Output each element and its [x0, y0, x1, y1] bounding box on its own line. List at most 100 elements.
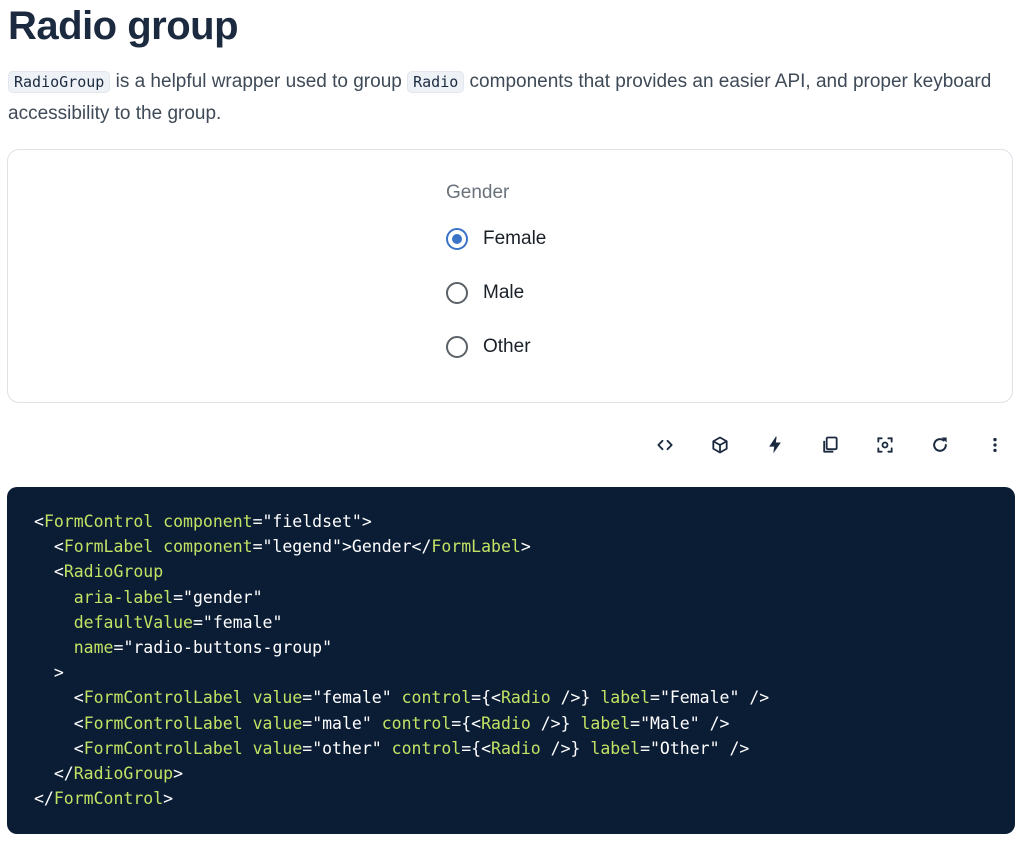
code-token: "male"	[312, 713, 372, 733]
code-token: =	[192, 612, 203, 632]
code-token: ={<	[461, 738, 492, 758]
code-token: control	[381, 713, 452, 733]
code-token: control	[391, 738, 462, 758]
open-sandbox-button[interactable]	[705, 430, 735, 460]
code-token: =	[113, 638, 124, 658]
code-token: />}	[540, 738, 581, 758]
code-token: "legend"	[262, 537, 342, 557]
code-line: >	[34, 660, 1015, 685]
code-token: value	[252, 713, 303, 733]
inline-code-radiogroup: RadioGroup	[8, 71, 111, 93]
code-token: />}	[550, 688, 591, 708]
code-line: <FormControlLabel value="male" control={…	[34, 711, 1015, 736]
code-token: "Male"	[640, 713, 700, 733]
code-line: <FormControlLabel value="other" control=…	[34, 736, 1015, 761]
open-stackblitz-button[interactable]	[760, 430, 790, 460]
radio-group: Gender Female Male Other	[446, 182, 546, 374]
code-token: >	[341, 537, 352, 557]
code-token: >	[173, 764, 184, 784]
code-token: FormLabel	[431, 537, 521, 557]
code-token: <	[53, 562, 64, 582]
code-token: label	[600, 688, 650, 708]
code-token: Radio	[491, 738, 541, 758]
inline-code-radio: Radio	[407, 71, 465, 93]
show-code-button[interactable]	[650, 430, 680, 460]
code-token: defaultValue	[73, 612, 193, 632]
code-token: />	[719, 738, 750, 758]
code-token: component	[163, 512, 253, 531]
code-token: </	[411, 537, 432, 557]
more-vertical-icon	[993, 437, 997, 453]
code-token: =	[252, 537, 263, 557]
code-token: =	[302, 713, 313, 733]
code-token: FormControlLabel	[83, 688, 243, 708]
radio-option-male[interactable]: Male	[446, 266, 546, 320]
radio-button-icon[interactable]	[446, 228, 468, 250]
code-token: =	[252, 512, 263, 531]
radio-button-icon[interactable]	[446, 282, 468, 304]
code-line: </RadioGroup>	[34, 761, 1015, 786]
code-token: Radio	[481, 713, 531, 733]
copy-code-button[interactable]	[815, 430, 845, 460]
code-token: >	[361, 512, 372, 531]
code-line: <FormControlLabel value="female" control…	[34, 685, 1015, 710]
radio-option-other[interactable]: Other	[446, 320, 546, 374]
code-token: "Other"	[650, 738, 720, 758]
code-token: />	[739, 688, 770, 708]
radio-label: Other	[483, 336, 531, 357]
code-token: =	[640, 738, 650, 758]
code-token: =	[302, 688, 313, 708]
intro-text-1: is a helpful wrapper used to group	[110, 71, 408, 92]
code-icon	[657, 439, 673, 451]
code-token: "female"	[312, 688, 392, 708]
code-token: <	[53, 537, 64, 557]
code-token: "fieldset"	[262, 512, 362, 531]
code-token: aria-label	[73, 587, 174, 607]
code-token: FormControlLabel	[83, 713, 243, 733]
code-token: <	[73, 738, 84, 758]
reset-focus-button[interactable]	[870, 430, 900, 460]
code-line: defaultValue="female"	[34, 610, 1015, 635]
code-token: />}	[530, 713, 571, 733]
refresh-icon	[933, 437, 947, 452]
code-snippet[interactable]: <FormControl component="fieldset"> <Form…	[7, 487, 1015, 834]
more-options-button[interactable]	[980, 430, 1010, 460]
code-token: =	[650, 688, 660, 708]
radio-option-female[interactable]: Female	[446, 212, 546, 266]
radio-button-icon[interactable]	[446, 336, 468, 358]
focus-icon	[877, 437, 893, 453]
code-token: </	[53, 764, 74, 784]
code-line: <RadioGroup	[34, 559, 1015, 584]
code-token: =	[302, 738, 313, 758]
page-title: Radio group	[8, 4, 239, 48]
code-token: FormControl	[53, 789, 164, 809]
code-token: component	[163, 537, 253, 557]
reset-demo-button[interactable]	[925, 430, 955, 460]
code-token: >	[163, 789, 174, 809]
code-token: FormControlLabel	[83, 738, 243, 758]
code-line: <FormLabel component="legend">Gender</Fo…	[34, 534, 1015, 559]
code-token: ={<	[471, 688, 501, 708]
code-token: control	[401, 688, 472, 708]
code-token: Radio	[500, 688, 551, 708]
copy-icon	[823, 436, 838, 453]
code-token: =	[630, 713, 641, 733]
code-token: >	[520, 537, 531, 557]
code-token: ={<	[451, 713, 482, 733]
code-token: =	[173, 587, 184, 607]
demo-toolbar	[650, 430, 1010, 460]
code-token: <	[34, 512, 44, 531]
